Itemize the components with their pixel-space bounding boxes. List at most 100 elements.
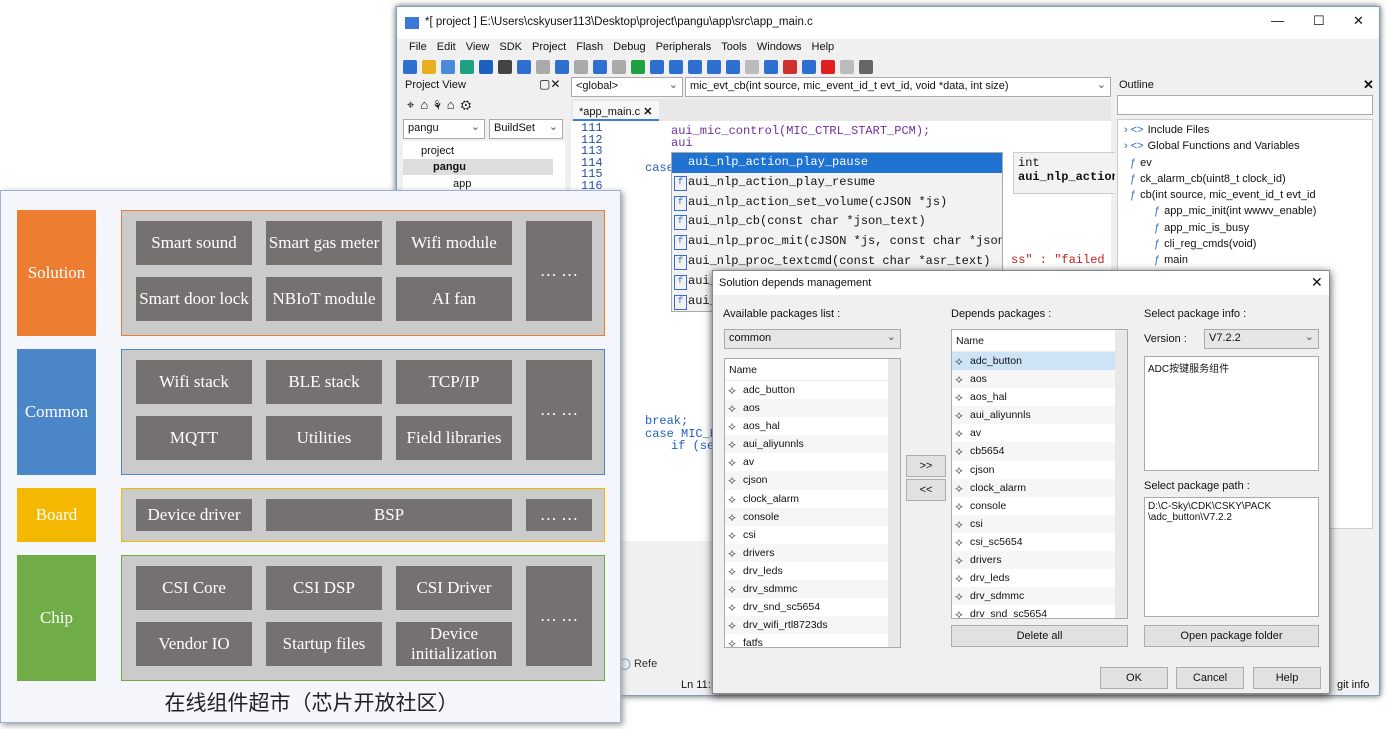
package-item[interactable]: clock_alarm xyxy=(725,490,900,508)
menu-edit[interactable]: Edit xyxy=(437,41,456,53)
back-icon[interactable] xyxy=(593,60,607,74)
package-item[interactable]: aos_hal xyxy=(725,417,900,435)
autocomplete-item[interactable]: aui_nlp_action_play_resume xyxy=(672,173,1002,193)
close-icon[interactable] xyxy=(479,60,493,74)
project-tool-icons[interactable]: ⌖⌂⚘⌂⚙ xyxy=(407,97,477,113)
package-item[interactable]: aos_hal xyxy=(952,388,1127,406)
stop-icon[interactable] xyxy=(745,60,759,74)
menu-debug[interactable]: Debug xyxy=(613,41,645,53)
new-file-icon[interactable] xyxy=(403,60,417,74)
menu-help[interactable]: Help xyxy=(812,41,835,53)
package-item[interactable]: adc_button xyxy=(952,352,1127,371)
ok-button[interactable]: OK xyxy=(1100,667,1168,689)
outline-close-icon[interactable]: ✕ xyxy=(1363,77,1374,93)
refresh-icon[interactable] xyxy=(441,60,455,74)
package-item[interactable]: drv_snd_sc5654 xyxy=(725,598,900,616)
dialog-close-button[interactable]: ✕ xyxy=(1311,274,1323,291)
package-item[interactable]: aui_aliyunnls xyxy=(725,435,900,454)
package-item[interactable]: drv_sdmmc xyxy=(952,587,1127,606)
package-item[interactable]: cjson xyxy=(952,461,1127,479)
open-folder-button[interactable]: Open package folder xyxy=(1144,625,1319,647)
available-packages-list[interactable]: Nameadc_buttonaosaos_halaui_aliyunnlsavc… xyxy=(724,358,901,648)
package-item[interactable]: drv_leds xyxy=(725,562,900,580)
autocomplete-item[interactable]: aui_nlp_action_set_volume(cJSON *js) xyxy=(672,193,1002,213)
autocomplete-item[interactable]: aui_nlp_proc_textcmd(const char *asr_tex… xyxy=(672,252,1002,272)
package-item[interactable]: av xyxy=(725,453,900,471)
package-item[interactable]: drv_leds xyxy=(952,569,1127,587)
package-path[interactable]: D:\C-Sky\CDK\CSKY\PACK \adc_button\V7.2.… xyxy=(1144,497,1319,617)
breakpoint-icon[interactable] xyxy=(821,60,835,74)
maximize-button[interactable]: ☐ xyxy=(1313,13,1325,29)
find-file-icon[interactable] xyxy=(669,60,683,74)
autocomplete-item[interactable]: aui_nlp_cb(const char *json_text) xyxy=(672,212,1002,232)
package-item[interactable]: cb5654 xyxy=(952,442,1127,461)
menu-file[interactable]: File xyxy=(409,41,427,53)
outline-item[interactable]: ƒ ck_alarm_cb(uint8_t clock_id) xyxy=(1124,171,1366,187)
tree-item-app[interactable]: app xyxy=(453,178,471,190)
remove-package-button[interactable]: << xyxy=(906,479,946,501)
flash-icon[interactable] xyxy=(783,60,797,74)
outline-item[interactable]: › <> Global Functions and Variables xyxy=(1124,138,1366,154)
outline-item[interactable]: › <> Include Files xyxy=(1124,122,1366,138)
version-combo[interactable]: V7.2.2 xyxy=(1204,329,1319,349)
scope-combo[interactable]: <global> xyxy=(571,77,683,97)
outline-search-input[interactable] xyxy=(1117,95,1373,115)
package-item[interactable]: drv_wifi_rtl8723ds xyxy=(725,616,900,635)
scrollbar[interactable] xyxy=(1115,330,1127,618)
menu-sdk[interactable]: SDK xyxy=(499,41,522,53)
panel-close-icon[interactable]: ▢✕ xyxy=(539,77,560,91)
autocomplete-item[interactable]: aui_nlp_proc_mit(cJSON *js, const char *… xyxy=(672,232,1002,252)
package-item[interactable]: drv_sdmmc xyxy=(725,580,900,599)
package-item[interactable]: drv_snd_sc5654 xyxy=(952,605,1127,618)
package-item[interactable]: console xyxy=(952,497,1127,515)
autocomplete-item[interactable]: aui_nlp_action_play_pause xyxy=(672,153,1002,173)
menu-tools[interactable]: Tools xyxy=(721,41,747,53)
outline-item[interactable]: ƒ cb(int source, mic_event_id_t evt_id xyxy=(1124,187,1366,203)
menu-peripherals[interactable]: Peripherals xyxy=(656,41,712,53)
buildset-combo[interactable]: BuildSet xyxy=(489,119,563,139)
package-item[interactable]: aos xyxy=(725,399,900,418)
outline-item[interactable]: ƒ cli_reg_cmds(void) xyxy=(1124,236,1366,252)
outline-item[interactable]: ƒ main xyxy=(1124,252,1366,268)
erase-icon[interactable] xyxy=(764,60,778,74)
package-item[interactable]: csi_sc5654 xyxy=(952,533,1127,551)
outline-item[interactable]: ƒ ev xyxy=(1124,155,1366,171)
package-item[interactable]: drivers xyxy=(952,551,1127,570)
menu-windows[interactable]: Windows xyxy=(757,41,802,53)
cancel-button[interactable]: Cancel xyxy=(1176,667,1244,689)
package-item[interactable]: console xyxy=(725,507,900,526)
outline-item[interactable]: ƒ app_mic_init(int wwwv_enable) xyxy=(1124,203,1366,219)
function-combo[interactable]: mic_evt_cb(int source, mic_event_id_t ev… xyxy=(685,77,1111,97)
package-item[interactable]: aos xyxy=(952,370,1127,389)
project-combo[interactable]: pangu xyxy=(403,119,485,139)
cut-icon[interactable] xyxy=(498,60,512,74)
package-item[interactable]: av xyxy=(952,424,1127,442)
tree-item-pangu[interactable]: pangu xyxy=(433,161,466,173)
download-icon[interactable] xyxy=(726,60,740,74)
scrollbar[interactable] xyxy=(888,359,900,647)
forward-icon[interactable] xyxy=(612,60,626,74)
find-icon[interactable] xyxy=(650,60,664,74)
package-item[interactable]: csi xyxy=(952,514,1127,533)
package-item[interactable]: aui_aliyunnls xyxy=(952,406,1127,425)
package-item[interactable]: adc_button xyxy=(725,381,900,399)
outline-item[interactable]: ƒ app_mic_is_busy xyxy=(1124,220,1366,236)
debug-icon[interactable] xyxy=(802,60,816,74)
menu-project[interactable]: Project xyxy=(532,41,566,53)
bookmark-icon[interactable] xyxy=(631,60,645,74)
depends-packages-list[interactable]: Nameadc_buttonaosaos_halaui_aliyunnlsavc… xyxy=(951,329,1128,619)
package-item[interactable]: fatfs xyxy=(725,634,900,647)
undo-icon[interactable] xyxy=(555,60,569,74)
package-item[interactable]: drivers xyxy=(725,543,900,562)
category-combo[interactable]: common xyxy=(724,329,901,349)
link-icon[interactable] xyxy=(840,60,854,74)
open-folder-icon[interactable] xyxy=(422,60,436,74)
paste-icon[interactable] xyxy=(536,60,550,74)
delete-all-button[interactable]: Delete all xyxy=(951,625,1128,647)
help-button[interactable]: Help xyxy=(1253,667,1321,689)
home-icon[interactable] xyxy=(859,60,873,74)
save-icon[interactable] xyxy=(460,60,474,74)
close-button[interactable]: ✕ xyxy=(1353,13,1364,29)
package-item[interactable]: cjson xyxy=(725,471,900,490)
git-info[interactable]: git info xyxy=(1337,679,1369,691)
